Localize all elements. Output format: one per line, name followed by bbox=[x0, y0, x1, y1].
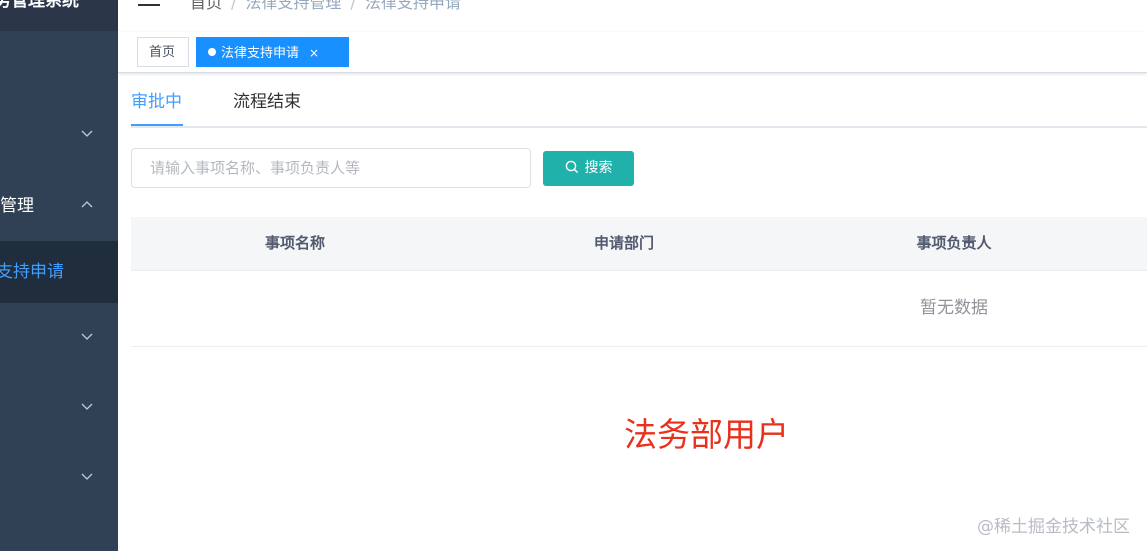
sidebar-menu-1[interactable] bbox=[0, 106, 118, 162]
sidebar-menu-5[interactable] bbox=[0, 379, 118, 435]
data-table: 事项名称 申请部门 事项负责人 暂无数据 bbox=[131, 217, 1147, 347]
table-header: 事项名称 申请部门 事项负责人 bbox=[131, 217, 1147, 271]
sidebar-menu-4[interactable] bbox=[0, 309, 118, 365]
breadcrumb-separator: / bbox=[231, 0, 237, 12]
chevron-down-icon bbox=[81, 473, 93, 480]
tag-label: 法律支持申请 bbox=[221, 46, 300, 61]
close-icon[interactable]: × bbox=[309, 46, 319, 60]
navbar: 首页 / 法律支持管理 / 法律支持申请 bbox=[118, 0, 1147, 32]
watermark: @稀土掘金技术社区 bbox=[977, 517, 1130, 537]
breadcrumb-current: 法律支持申请 bbox=[364, 0, 461, 12]
tab-process-ended[interactable]: 流程结束 bbox=[233, 76, 301, 126]
empty-state-text: 暂无数据 bbox=[920, 298, 988, 318]
chevron-up-icon bbox=[81, 201, 93, 208]
chevron-down-icon bbox=[81, 333, 93, 340]
breadcrumb-home[interactable]: 首页 bbox=[190, 0, 222, 12]
search-input[interactable] bbox=[131, 148, 531, 188]
menu-icon[interactable] bbox=[138, 0, 160, 6]
sidebar-menu-legal-support[interactable]: 管理 bbox=[0, 178, 118, 234]
app-title: 务管理系统 bbox=[0, 0, 79, 11]
tags-view: 首页 法律支持申请 × bbox=[118, 32, 1147, 73]
breadcrumb-legal-support-management: 法律支持管理 bbox=[245, 0, 342, 12]
chevron-down-icon bbox=[81, 403, 93, 410]
tab-active-indicator bbox=[131, 124, 183, 126]
column-header-item-name: 事项名称 bbox=[264, 234, 325, 252]
column-header-department: 申请部门 bbox=[593, 234, 654, 252]
tag-home[interactable]: 首页 bbox=[137, 37, 189, 67]
sidebar-menu-label: 管理 bbox=[0, 196, 34, 216]
tag-legal-support-apply[interactable]: 法律支持申请 × bbox=[196, 37, 349, 67]
active-dot-icon bbox=[208, 48, 216, 56]
chevron-down-icon bbox=[81, 130, 93, 137]
search-button-label: 搜索 bbox=[584, 160, 613, 176]
sidebar-item-label: 支持申请 bbox=[0, 262, 64, 282]
status-tabs: 审批中 流程结束 bbox=[131, 76, 1147, 128]
table-body: 暂无数据 bbox=[131, 271, 1147, 347]
breadcrumb-separator: / bbox=[350, 0, 356, 12]
search-button[interactable]: 搜索 bbox=[543, 151, 634, 186]
sidebar-menu-6[interactable] bbox=[0, 449, 118, 505]
annotation-text: 法务部用户 bbox=[624, 415, 789, 454]
breadcrumb: 首页 / 法律支持管理 / 法律支持申请 bbox=[190, 0, 461, 13]
column-header-owner: 事项负责人 bbox=[916, 234, 992, 252]
tab-in-approval[interactable]: 审批中 bbox=[131, 76, 182, 126]
sidebar: 务管理系统 管理 支持申请 bbox=[0, 0, 118, 551]
search-icon bbox=[565, 160, 578, 174]
sidebar-item-legal-support-apply[interactable]: 支持申请 bbox=[0, 241, 118, 303]
